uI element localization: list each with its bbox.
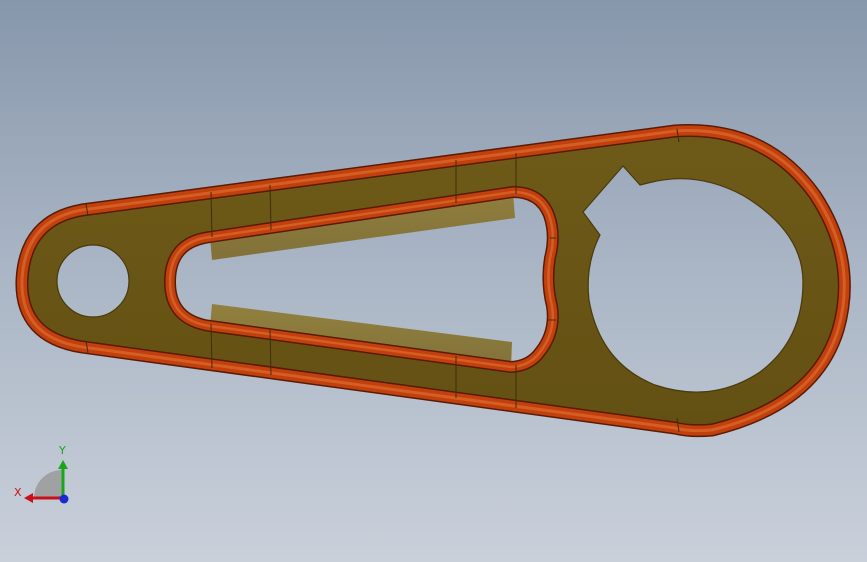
y-axis-label: Y <box>58 444 66 457</box>
x-axis-arrow-icon <box>24 493 33 503</box>
x-axis-label: X <box>14 486 22 499</box>
part-model[interactable] <box>0 0 867 562</box>
coordinate-triad[interactable]: Y X <box>10 440 80 510</box>
graphics-viewport[interactable]: Y X <box>0 0 867 562</box>
y-axis-arrow-icon <box>58 460 68 469</box>
z-axis-dot-icon <box>59 494 69 504</box>
triad-plane-wedge <box>34 470 62 498</box>
